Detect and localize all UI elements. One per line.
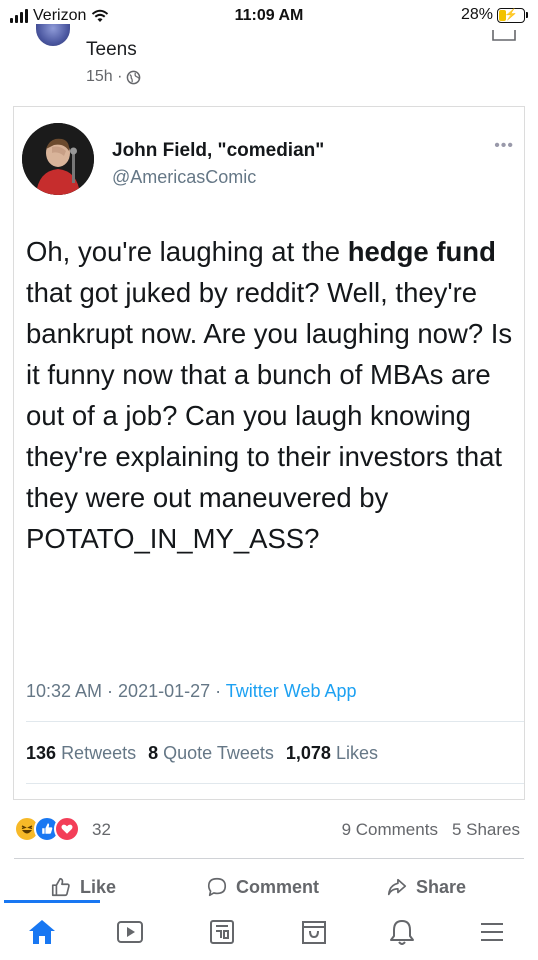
notifications-icon (390, 920, 414, 945)
quote-tweets-count: 8 (148, 743, 159, 763)
post-time: 15h · (86, 68, 141, 86)
like-button[interactable]: Like (50, 876, 116, 898)
marketplace-icon (302, 921, 326, 944)
reactions-summary[interactable]: 32 9 Comments 5 Shares (0, 814, 538, 846)
quote-tweets-label: Quote Tweets (163, 743, 274, 763)
group-avatar[interactable] (36, 24, 70, 46)
battery-percent: 28% (460, 6, 493, 23)
tweet-text-part: that got juked by reddit? Well, they're … (26, 277, 513, 554)
like-icon (51, 877, 70, 897)
comments-count[interactable]: 9 Comments (342, 820, 438, 840)
tweet-text: Oh, you're laughing at the hedge fund th… (26, 231, 522, 559)
tweet-screenshot[interactable]: John Field, "comedian" @AmericasComic ••… (13, 106, 525, 800)
battery-icon: ⚡ (497, 7, 525, 23)
like-label: Like (80, 876, 117, 897)
tweet-stats: 136 Retweets 8 Quote Tweets 1,078 Likes (26, 743, 378, 764)
menu-icon (481, 923, 503, 941)
retweets-count: 136 (26, 743, 57, 763)
tweet-avatar (22, 123, 94, 195)
comment-button[interactable]: Comment (206, 876, 319, 898)
nav-news[interactable] (204, 914, 240, 950)
post-time-label: 15h · (86, 68, 123, 85)
divider (26, 783, 524, 784)
tweet-author-name: John Field, "comedian" (112, 140, 325, 161)
clock: 11:09 AM (234, 7, 304, 24)
tweet-meta: 10:32 AM · 2021-01-27 · Twitter Web App (26, 681, 357, 702)
tweet-timestamp: 10:32 AM · 2021-01-27 · (26, 681, 226, 701)
reaction-count: 32 (92, 820, 111, 839)
nav-home[interactable] (24, 914, 60, 950)
nav-watch[interactable] (112, 914, 148, 950)
share-button[interactable]: Share (386, 876, 466, 898)
divider (14, 858, 524, 859)
nav-menu[interactable] (474, 914, 510, 950)
nav-marketplace[interactable] (296, 914, 332, 950)
retweets-label: Retweets (61, 743, 137, 763)
share-label: Share (416, 876, 467, 897)
comment-label: Comment (236, 876, 320, 897)
tweet-text-part: Oh, you're laughing at the (26, 236, 348, 267)
share-icon (387, 878, 407, 896)
home-icon (29, 920, 55, 944)
likes-label: Likes (335, 743, 378, 763)
nav-notifications[interactable] (384, 914, 420, 950)
like-underline (4, 900, 100, 903)
post-header: Teens 15h · (0, 24, 538, 104)
tweet-text-bold: hedge fund (347, 236, 496, 267)
watch-icon (117, 921, 143, 943)
group-name[interactable]: Teens (86, 39, 137, 61)
more-options-icon: ••• (494, 137, 514, 154)
love-reaction-icon (54, 816, 80, 842)
shares-count[interactable]: 5 Shares (452, 820, 520, 840)
bottom-nav (0, 904, 538, 960)
save-icon[interactable] (490, 28, 518, 42)
likes-count: 1,078 (285, 743, 331, 763)
reaction-icons (14, 816, 80, 842)
globe-icon (127, 70, 141, 84)
news-icon (210, 920, 234, 944)
action-bar: Like Comment Share (0, 868, 538, 908)
tweet-author-handle: @AmericasComic (112, 167, 257, 187)
tweet-source-app: Twitter Web App (225, 681, 357, 701)
comment-icon (207, 877, 227, 897)
divider (26, 721, 524, 722)
